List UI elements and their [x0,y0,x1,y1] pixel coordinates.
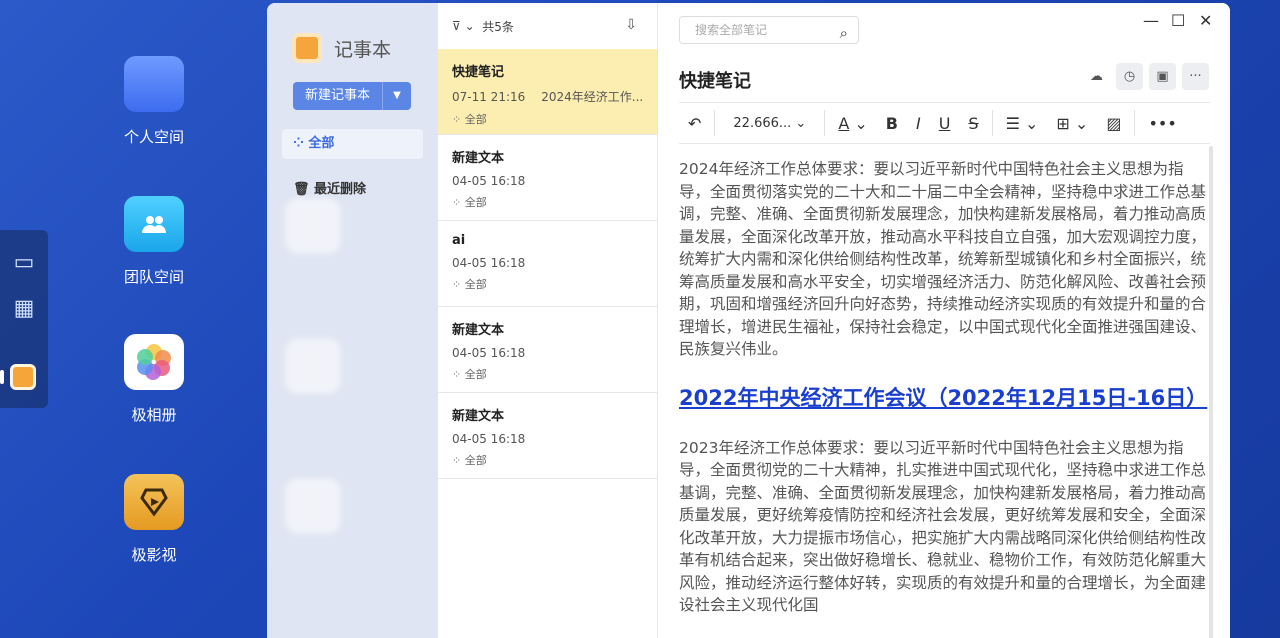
note-list: ⊽ ⌄ 共5条 ⇩ 快捷笔记 07-11 21:16 2024年经济工作... ⁘… [438,3,658,638]
note-content[interactable]: 2024年经济工作总体要求：要以习近平新时代中国特色社会主义思想为指导，全面贯彻… [679,158,1207,617]
strikethrough-icon[interactable]: S [959,114,987,133]
new-notebook-button[interactable]: 新建记事本 ▼ [293,82,411,110]
apps-grid-icon[interactable]: ▦ [11,296,37,322]
paragraph: 2023年经济工作总体要求：要以习近平新时代中国特色社会主义思想为指导，全面贯彻… [679,438,1207,615]
note-title: 快捷笔记 [452,65,505,80]
note-time: 04-05 16:18 [452,174,526,188]
folder-label: 全部 [464,368,487,381]
note-folder: ⁘ 全部 [452,454,487,467]
desktop-icon-video[interactable]: 极影视 [94,474,214,565]
minimize-button[interactable]: — [1143,11,1159,30]
bold-icon[interactable]: B [877,114,907,133]
desktop-icon-label: 极相册 [131,406,177,424]
video-icon [124,474,184,530]
grid-icon: ⁘ [293,136,309,151]
sidebar: 记事本 新建记事本 ▼ ⁘ 全部 🗑 最近删除 [267,3,438,638]
list-item[interactable]: ai 04-05 16:18 ⁘ 全部 [438,221,657,307]
desktop-icon-photos[interactable]: 极相册 [94,334,214,425]
underline-icon[interactable]: U [930,114,960,133]
search-input[interactable]: 搜索全部笔记 ⌕ [679,16,859,44]
note-folder: ⁘ 全部 [452,196,487,209]
paragraph: 2024年经济工作总体要求：要以习近平新时代中国特色社会主义思想为指导，全面贯彻… [679,160,1207,358]
scrollbar[interactable] [1209,146,1213,638]
team-folder-icon [124,196,184,252]
editor-pane: 搜索全部笔记 ⌕ — ☐ ✕ 快捷笔记 ☁ ◷ ▣ ··· ↶ 22.666..… [659,3,1230,638]
format-toolbar: ↶ 22.666... ⌄ A ⌄ B I U S ☰ ⌄ ⊞ ⌄ ▨ ••• [679,102,1210,144]
table-icon[interactable]: ⊞ ⌄ [1047,114,1097,133]
undo-icon[interactable]: ↶ [679,114,710,133]
sidebar-item-all[interactable]: ⁘ 全部 [282,129,423,159]
blurred-background [285,198,341,618]
document-actions: ☁ ◷ ▣ ··· [1083,63,1209,90]
desktop-icon-label: 个人空间 [123,128,184,146]
desktop-icon-personal-space[interactable]: 个人空间 [94,56,214,147]
cloud-sync-icon[interactable]: ☁ [1083,63,1110,90]
note-time: 04-05 16:18 [452,346,526,360]
note-title: 新建文本 [452,151,505,166]
more-icon[interactable]: ••• [1139,114,1185,133]
list-item[interactable]: 新建文本 04-05 16:18 ⁘ 全部 [438,393,657,479]
list-icon[interactable]: ☰ ⌄ [997,114,1048,133]
note-title: ai [452,233,466,248]
font-size-value: 22.666... [733,115,792,131]
laptop-icon[interactable]: ▭ [11,250,37,276]
folder-label: 全部 [464,278,487,291]
list-item[interactable]: 新建文本 04-05 16:18 ⁘ 全部 [438,307,657,393]
folder-label: 全部 [464,196,487,209]
maximize-button[interactable]: ☐ [1171,11,1185,30]
list-item[interactable]: 快捷笔记 07-11 21:16 2024年经济工作... ⁘ 全部 [438,49,657,135]
filter-icon[interactable]: ⊽ ⌄ [452,19,475,33]
italic-icon[interactable]: I [907,114,930,133]
more-icon[interactable]: ··· [1182,63,1209,90]
note-folder: ⁘ 全部 [452,368,487,381]
notepad-dock-icon[interactable] [10,364,36,390]
sidebar-item-label: 最近删除 [314,182,367,197]
active-indicator [0,370,4,384]
note-folder: ⁘ 全部 [452,113,487,126]
note-time: 04-05 16:18 [452,256,526,270]
side-dock: ▭ ▦ [0,230,48,408]
heading-link[interactable]: 2022年中央经济工作会议（2022年12月15日-16日） [679,383,1207,413]
chevron-down-icon[interactable]: ▼ [383,82,411,110]
note-folder: ⁘ 全部 [452,278,487,291]
new-notebook-label[interactable]: 新建记事本 [293,82,383,110]
list-item[interactable]: 新建文本 04-05 16:18 ⁘ 全部 [438,135,657,221]
notepad-logo-icon [292,33,322,63]
sort-icon[interactable]: ⇩ [625,17,637,33]
sidebar-item-label: 全部 [308,136,335,151]
list-header: ⊽ ⌄ 共5条 ⇩ [438,3,657,49]
note-snippet: 2024年经济工作... [541,90,643,104]
font-size-select[interactable]: 22.666... ⌄ [719,116,820,131]
trash-icon: 🗑 [293,182,315,197]
folder-icon [124,56,184,112]
note-title: 新建文本 [452,323,505,338]
notepad-window: 记事本 新建记事本 ▼ ⁘ 全部 🗑 最近删除 ⊽ ⌄ 共5条 ⇩ 快捷笔记 0… [267,3,1230,638]
desktop-icon-team-space[interactable]: 团队空间 [94,196,214,287]
note-title: 新建文本 [452,409,505,424]
close-button[interactable]: ✕ [1199,11,1212,30]
history-icon[interactable]: ◷ [1116,63,1143,90]
image-icon[interactable]: ▨ [1097,114,1130,133]
note-meta: 07-11 21:16 2024年经济工作... [452,88,643,105]
note-count: 共5条 [482,19,514,34]
search-placeholder: 搜索全部笔记 [695,23,768,37]
save-icon[interactable]: ▣ [1149,63,1176,90]
desktop-icon-label: 团队空间 [123,268,184,286]
app-title: 记事本 [334,39,392,61]
note-time: 04-05 16:18 [452,432,526,446]
note-time: 07-11 21:16 [452,90,526,104]
folder-label: 全部 [464,113,487,126]
font-color-icon[interactable]: A ⌄ [829,114,876,133]
folder-label: 全部 [464,454,487,467]
page-title[interactable]: 快捷笔记 [679,67,751,93]
search-icon[interactable]: ⌕ [840,20,848,46]
desktop-icon-label: 极影视 [131,546,177,564]
photos-icon [124,334,184,390]
sidebar-item-recently-deleted[interactable]: 🗑 最近删除 [293,178,366,197]
